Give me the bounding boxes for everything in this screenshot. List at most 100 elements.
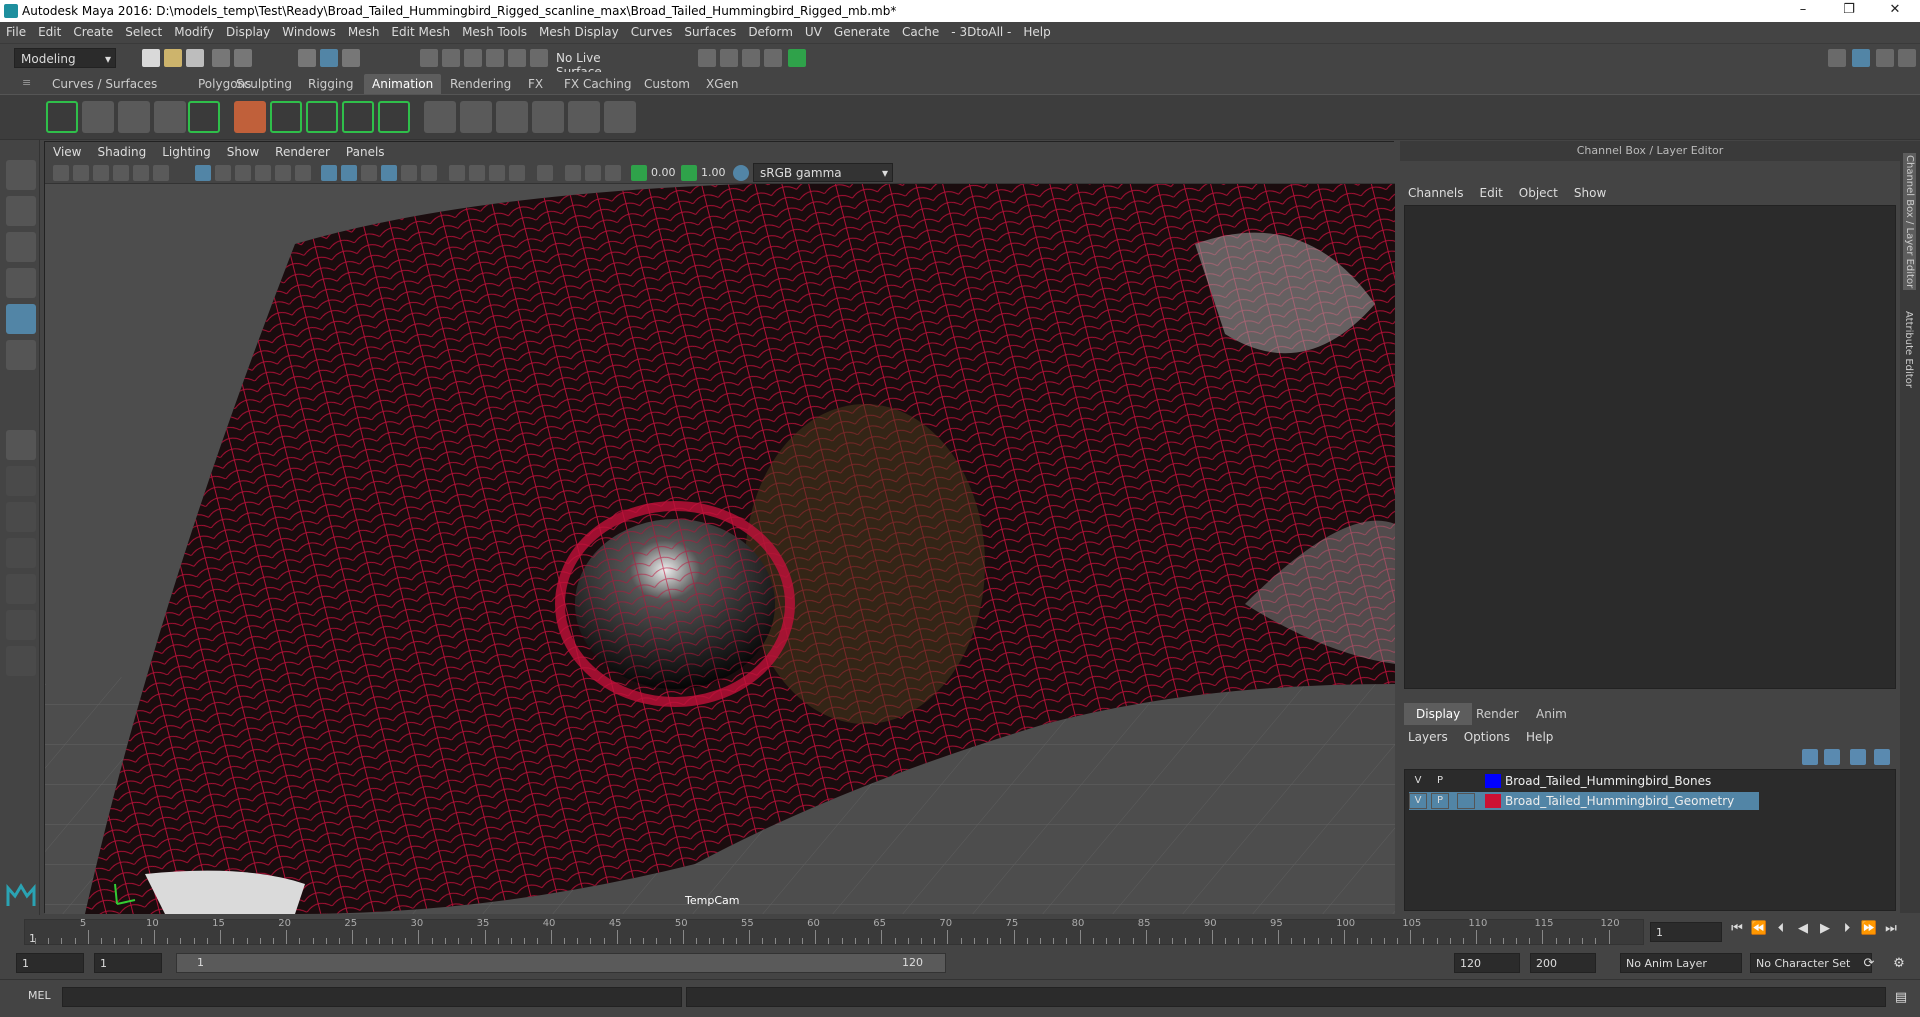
snap-surface-icon[interactable] (508, 49, 526, 67)
menu-create[interactable]: Create (67, 22, 119, 39)
tab-fx-caching[interactable]: FX Caching (556, 74, 639, 94)
tab-display[interactable]: Display (1404, 703, 1473, 725)
mode-dropdown[interactable]: Modeling ▾ (14, 48, 116, 68)
default-material-icon[interactable] (361, 165, 377, 181)
lights-icon[interactable] (421, 165, 437, 181)
layer-color-swatch[interactable] (1485, 774, 1501, 788)
vp-menu-lighting[interactable]: Lighting (154, 142, 219, 162)
mirror-weights-icon[interactable] (532, 101, 564, 133)
xray-icon[interactable] (565, 165, 581, 181)
menu-edit-mesh[interactable]: Edit Mesh (385, 22, 456, 39)
menu-windows[interactable]: Windows (276, 22, 342, 39)
snap-curve-icon[interactable] (442, 49, 460, 67)
menu-modify[interactable]: Modify (168, 22, 220, 39)
rotate-tool-icon[interactable] (6, 304, 36, 334)
hypershade-icon[interactable] (788, 49, 806, 67)
layer-row-geometry[interactable]: V P Broad_Tailed_Hummingbird_Geometry (1409, 792, 1759, 810)
tab-render[interactable]: Render (1464, 703, 1531, 725)
play-backward-icon[interactable]: ◀ (1794, 920, 1812, 938)
layer-name[interactable]: Broad_Tailed_Hummingbird_Bones (1505, 774, 1711, 788)
skin-unbind-icon[interactable] (460, 101, 492, 133)
menu-edit[interactable]: Edit (32, 22, 67, 39)
playblast-icon[interactable] (188, 101, 220, 133)
select-by-component-icon[interactable] (342, 49, 360, 67)
play-forward-icon[interactable]: ▶ (1816, 920, 1834, 938)
skin-bind-icon[interactable] (424, 101, 456, 133)
cb-menu-edit[interactable]: Edit (1472, 183, 1511, 203)
time-slider-track[interactable]: 1 5 10 15 20 25 30 35 40 45 50 55 60 65 70 75 80 85 90 95 1… (24, 918, 1644, 945)
scene-end-field[interactable]: 200 (1530, 953, 1596, 973)
ipr-render-icon[interactable] (742, 49, 760, 67)
select-camera-icon[interactable] (53, 165, 69, 181)
layer-playback-toggle[interactable]: P (1431, 793, 1449, 809)
layer-visibility-toggle[interactable]: V (1409, 773, 1427, 789)
side-tab-attribute-editor[interactable]: Attribute Editor (1903, 311, 1914, 388)
vp-menu-panels[interactable]: Panels (338, 142, 393, 162)
2d-pan-zoom-icon[interactable] (133, 165, 149, 181)
redo-icon[interactable] (234, 49, 252, 67)
character-set-dropdown[interactable]: No Character Set (1750, 953, 1872, 973)
step-forward-frame-icon[interactable]: ⏵ (1838, 920, 1856, 938)
menu-display[interactable]: Display (220, 22, 276, 39)
ghost-icon[interactable] (118, 101, 150, 133)
motion-blur-icon[interactable] (489, 165, 505, 181)
layer-playback-toggle[interactable]: P (1431, 773, 1449, 789)
xray-joints-icon[interactable] (585, 165, 601, 181)
auto-key-icon[interactable]: ⟳ (1860, 955, 1878, 973)
menu-select[interactable]: Select (119, 22, 168, 39)
smooth-shade-icon[interactable] (341, 165, 357, 181)
maximize-button[interactable]: ❐ (1826, 0, 1872, 22)
step-back-key-icon[interactable]: ⏪ (1750, 920, 1768, 938)
tab-xgen[interactable]: XGen (698, 74, 747, 94)
color-management-icon[interactable] (733, 165, 749, 181)
command-input[interactable] (62, 987, 682, 1007)
layer-menu-layers[interactable]: Layers (1400, 727, 1456, 747)
move-layer-up-icon[interactable] (1802, 749, 1818, 765)
layer-display-type-toggle[interactable] (1457, 793, 1475, 809)
shelf-menu-icon[interactable]: ≡ (22, 76, 31, 89)
tab-rigging[interactable]: Rigging (300, 74, 361, 94)
menu-cache[interactable]: Cache (896, 22, 945, 39)
select-by-object-icon[interactable] (320, 49, 338, 67)
snap-point-icon[interactable] (464, 49, 482, 67)
unghost-icon[interactable] (154, 101, 186, 133)
scene-start-field[interactable]: 1 (16, 953, 84, 973)
live-surface-field[interactable]: No Live Surface (550, 48, 648, 79)
anim-prefs-icon[interactable]: ⚙ (1890, 955, 1908, 973)
render-current-icon[interactable] (720, 49, 738, 67)
menu-mesh-tools[interactable]: Mesh Tools (456, 22, 533, 39)
set-key-icon[interactable] (46, 101, 78, 133)
grid-icon[interactable] (195, 165, 211, 181)
channel-box-toggle-icon[interactable] (1852, 49, 1870, 67)
cb-menu-object[interactable]: Object (1511, 183, 1566, 203)
anim-layer-dropdown[interactable]: No Anim Layer (1620, 953, 1742, 973)
paint-weights-icon[interactable] (496, 101, 528, 133)
menu-mesh[interactable]: Mesh (342, 22, 386, 39)
render-view-icon[interactable] (698, 49, 716, 67)
motion-trail-icon[interactable] (82, 101, 114, 133)
persp-outliner-icon[interactable] (6, 574, 36, 604)
tab-anim[interactable]: Anim (1524, 703, 1579, 725)
menu-3dtoall[interactable]: - 3DtoAll - (945, 22, 1017, 39)
snap-view-icon[interactable] (486, 49, 504, 67)
tab-sculpting[interactable]: Sculpting (228, 74, 300, 94)
shadows-icon[interactable] (449, 165, 465, 181)
field-chart-icon[interactable] (275, 165, 291, 181)
exposure-icon[interactable] (631, 165, 647, 181)
single-view-icon[interactable] (6, 430, 36, 460)
isolate-select-icon[interactable] (537, 165, 553, 181)
persp-outliner-graph-icon[interactable] (6, 610, 36, 640)
constraint-orient-icon[interactable] (342, 101, 374, 133)
menu-file[interactable]: File (0, 22, 32, 39)
safe-action-icon[interactable] (295, 165, 311, 181)
copy-weights-icon[interactable] (568, 101, 600, 133)
attribute-editor-toggle-icon[interactable] (1898, 49, 1916, 67)
tab-fx[interactable]: FX (520, 74, 551, 94)
time-slider[interactable]: 1 5 10 15 20 25 30 35 40 45 50 55 60 65 70 75 80 85 90 95 1… (0, 915, 1920, 949)
open-scene-icon[interactable] (164, 49, 182, 67)
render-settings-icon[interactable] (764, 49, 782, 67)
snap-grid-icon[interactable] (420, 49, 438, 67)
undo-icon[interactable] (212, 49, 230, 67)
color-space-dropdown[interactable]: sRGB gamma ▾ (753, 163, 893, 182)
menu-surfaces[interactable]: Surfaces (678, 22, 742, 39)
